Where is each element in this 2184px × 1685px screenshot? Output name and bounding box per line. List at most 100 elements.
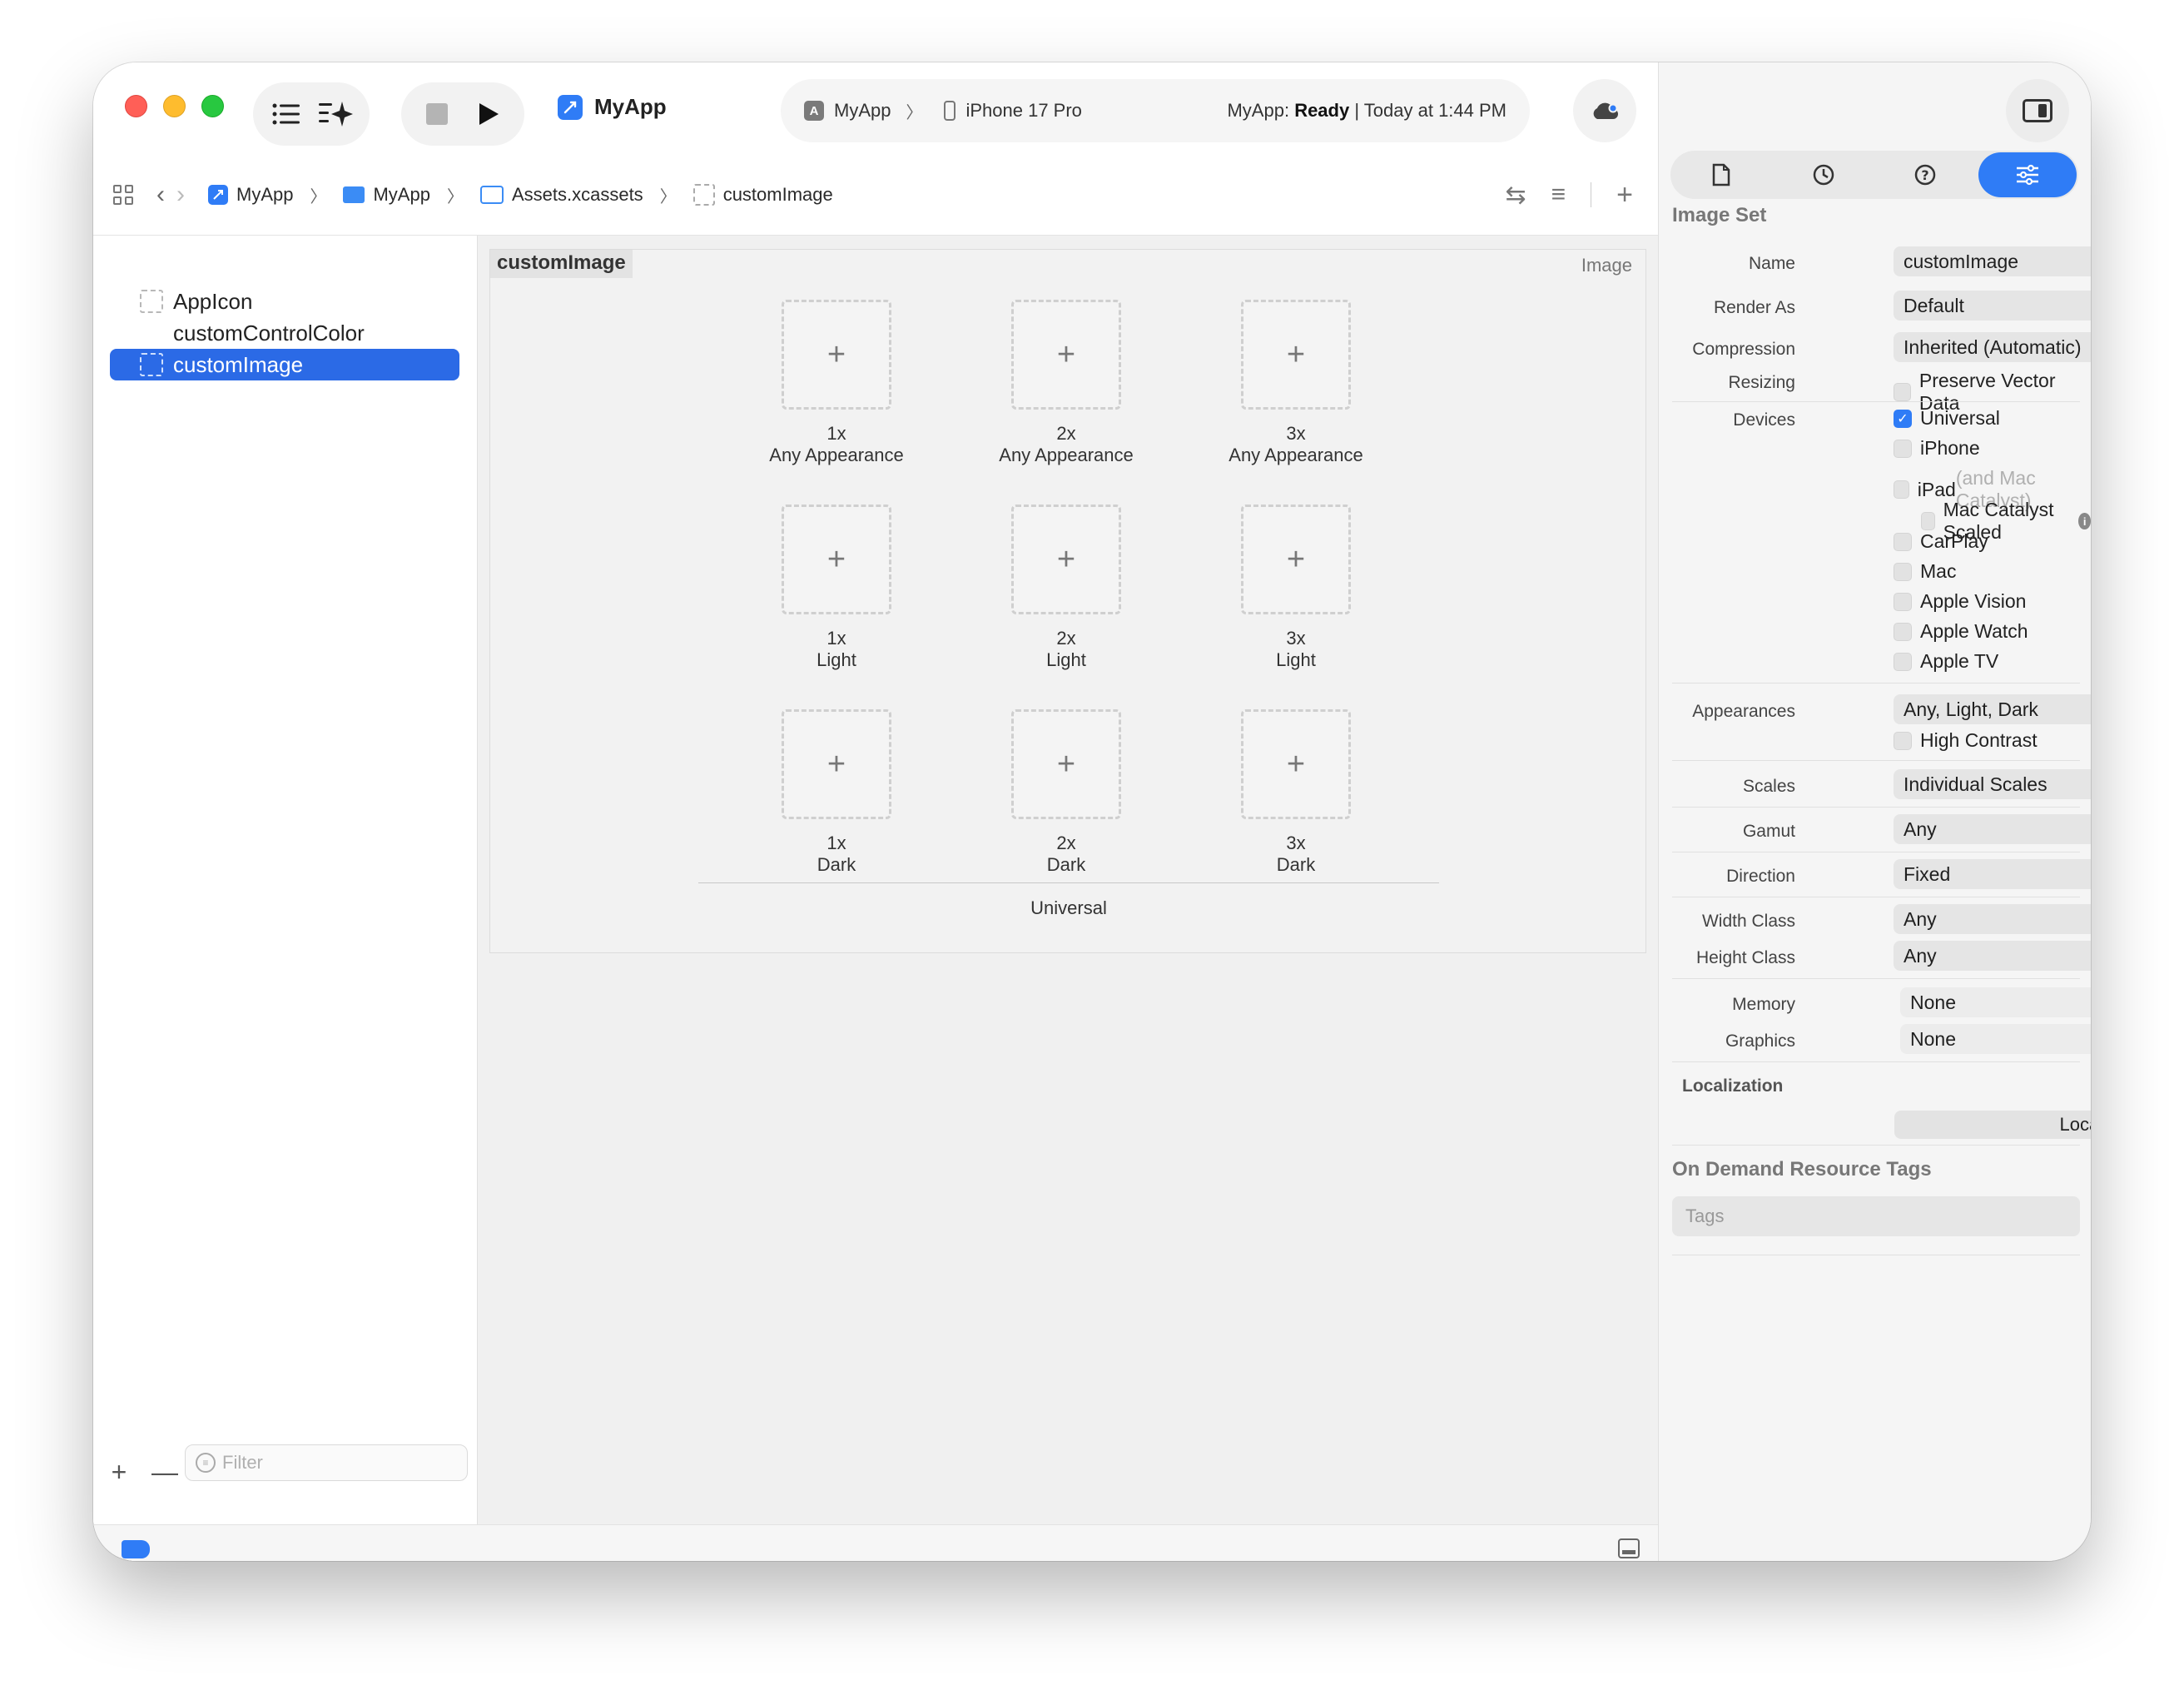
inspector-toggle-icon[interactable]: [2006, 79, 2069, 142]
close-window-button[interactable]: [125, 95, 147, 117]
graphics-popup[interactable]: None ⌄: [1900, 1024, 2091, 1054]
direction-popup[interactable]: Fixed ⌃⌄: [1894, 859, 2091, 889]
sparkle-icon[interactable]: [318, 96, 355, 132]
appearances-value: Any, Light, Dark: [1904, 698, 2038, 720]
cloud-icon[interactable]: [1573, 79, 1636, 142]
debug-area-toggle-icon[interactable]: [1618, 1538, 1640, 1558]
image-slot-drop-target[interactable]: +: [782, 709, 891, 819]
image-set-icon: [140, 353, 163, 376]
device-vision[interactable]: Apple Vision: [1894, 590, 2026, 613]
image-slot-drop-target[interactable]: +: [782, 300, 891, 410]
navigator-item-appicon[interactable]: AppIcon: [110, 286, 459, 317]
checkbox-checked[interactable]: ✓: [1894, 409, 1912, 428]
breadcrumb-project[interactable]: MyApp: [208, 184, 293, 206]
scheme-selector[interactable]: MyApp: [834, 100, 891, 122]
image-slot-drop-target[interactable]: +: [1241, 505, 1351, 614]
memory-popup[interactable]: None ⌄: [1900, 987, 2091, 1017]
width-class-popup[interactable]: Any ⌃⌄: [1894, 904, 2091, 934]
slot-scale: 1x: [826, 423, 846, 444]
device-tv[interactable]: Apple TV: [1894, 650, 1998, 673]
slot-appearance: Any Appearance: [769, 445, 904, 465]
remove-icon[interactable]: —: [151, 1457, 178, 1488]
render-as-popup[interactable]: Default ⌃⌄: [1894, 291, 2091, 321]
width-class-value: Any: [1904, 907, 1937, 930]
checkbox[interactable]: [1894, 592, 1912, 611]
info-icon[interactable]: i: [2078, 513, 2091, 529]
image-slot-drop-target[interactable]: +: [1011, 709, 1121, 819]
swap-arrows-icon[interactable]: ⇆: [1505, 181, 1526, 210]
checkbox[interactable]: [1894, 480, 1909, 499]
clock-icon: [1813, 164, 1834, 186]
slot-scale: 3x: [1286, 833, 1306, 853]
attributes-inspector-tab[interactable]: [1978, 152, 2077, 197]
tags-field[interactable]: Tags: [1672, 1196, 2080, 1236]
breadcrumb-image[interactable]: customImage: [692, 184, 833, 206]
lines-icon[interactable]: ≡: [1551, 181, 1566, 209]
file-inspector-tab[interactable]: [1672, 152, 1771, 197]
device-iphone[interactable]: iPhone: [1894, 437, 1980, 460]
image-slot-drop-target[interactable]: +: [782, 505, 891, 614]
navigator-item-color[interactable]: customControlColor: [110, 317, 459, 349]
checkbox[interactable]: [1894, 731, 1912, 750]
checkbox[interactable]: [1894, 562, 1912, 581]
gamut-popup[interactable]: Any ⌃⌄: [1894, 814, 2091, 844]
add-icon[interactable]: +: [107, 1457, 132, 1488]
image-slot-label: 3x Dark: [1188, 833, 1404, 876]
stop-icon[interactable]: [419, 96, 455, 132]
image-slot-drop-target[interactable]: +: [1241, 300, 1351, 410]
checkbox[interactable]: [1894, 652, 1912, 671]
app-title[interactable]: MyApp: [558, 94, 667, 120]
navigator-item-label: customControlColor: [173, 320, 365, 345]
zoom-window-button[interactable]: [201, 95, 224, 117]
name-field[interactable]: customImage ➜: [1894, 246, 2091, 276]
render-as-label: Render As: [1713, 298, 1795, 317]
status-state: Ready: [1294, 100, 1350, 121]
main-area: MyApp A MyApp 〉 iPhone 17 Pro MyApp: Rea…: [93, 62, 1658, 1561]
tags-placeholder: Tags: [1685, 1205, 1725, 1226]
navigator-item-customimage[interactable]: customImage: [110, 349, 459, 380]
checkbox[interactable]: [1894, 532, 1912, 551]
device-mac[interactable]: Mac: [1894, 560, 1956, 583]
compression-popup[interactable]: Inherited (Automatic) ⌃⌄: [1894, 332, 2091, 362]
device-carplay[interactable]: CarPlay: [1894, 530, 1988, 553]
checkbox[interactable]: [1894, 383, 1911, 401]
destination-selector[interactable]: iPhone 17 Pro: [965, 100, 1081, 122]
breakpoint-icon[interactable]: [122, 1540, 150, 1558]
high-contrast-checkbox[interactable]: High Contrast: [1894, 729, 2038, 752]
help-inspector-tab[interactable]: ?: [1876, 152, 1975, 197]
image-set-icon: [140, 290, 163, 313]
scales-popup[interactable]: Individual Scales ⌃⌄: [1894, 769, 2091, 799]
image-slot-drop-target[interactable]: +: [1011, 505, 1121, 614]
history-inspector-tab[interactable]: [1774, 152, 1874, 197]
appearances-popup[interactable]: Any, Light, Dark ⌃⌄: [1894, 694, 2091, 724]
breadcrumb-folder[interactable]: MyApp: [343, 184, 430, 206]
image-set-type: Image: [1581, 255, 1632, 276]
back-icon[interactable]: ‹: [156, 181, 165, 209]
height-class-label: Height Class: [1695, 948, 1795, 967]
device-watch[interactable]: Apple Watch: [1894, 620, 2028, 643]
breadcrumb-assets[interactable]: Assets.xcassets: [479, 184, 643, 206]
slot-appearance: Light: [1276, 649, 1316, 670]
checkbox[interactable]: [1894, 622, 1912, 641]
navigator-controls: [253, 82, 370, 146]
image-slot-drop-target[interactable]: +: [1011, 300, 1121, 410]
slot-appearance: Any Appearance: [999, 445, 1134, 465]
minimize-window-button[interactable]: [163, 95, 186, 117]
asset-catalog-icon: [479, 186, 504, 204]
width-class-label: Width Class: [1701, 912, 1795, 931]
image-slot-drop-target[interactable]: +: [1241, 709, 1351, 819]
divider: [1672, 401, 2080, 402]
localize-button[interactable]: Localize...: [1894, 1111, 2091, 1139]
run-icon[interactable]: [470, 96, 507, 132]
height-class-popup[interactable]: Any ⌃⌄: [1894, 941, 2091, 971]
checkbox[interactable]: [1894, 439, 1912, 458]
filter-field[interactable]: ≡ Filter: [185, 1444, 468, 1481]
checkbox[interactable]: [1921, 512, 1935, 530]
list-icon[interactable]: [268, 96, 305, 132]
add-icon[interactable]: +: [1616, 179, 1633, 211]
device-universal[interactable]: ✓ Universal: [1894, 407, 2000, 430]
grid-icon[interactable]: [113, 185, 133, 205]
gamut-value: Any: [1904, 818, 1937, 840]
slot-scale: 2x: [1056, 833, 1076, 853]
forward-icon[interactable]: ›: [176, 181, 185, 209]
